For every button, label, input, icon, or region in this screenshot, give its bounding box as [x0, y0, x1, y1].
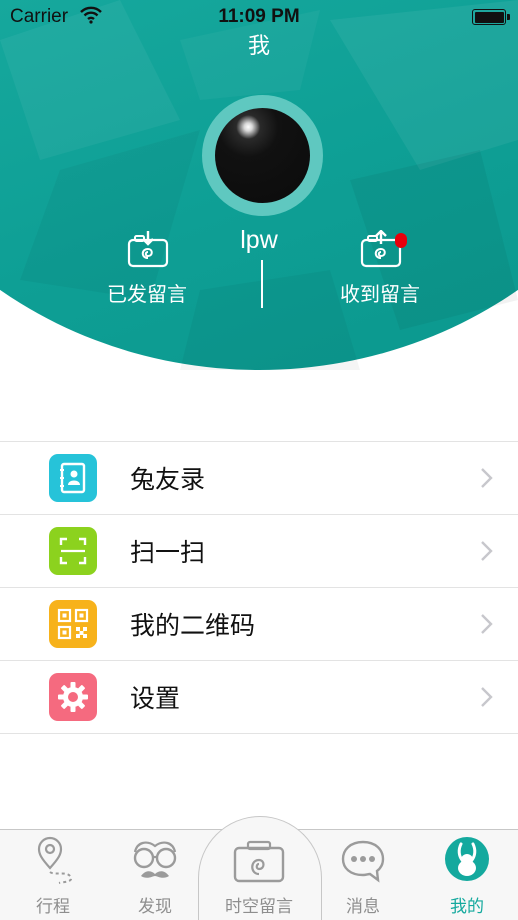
menu-item-scan[interactable]: 扫一扫: [0, 515, 518, 588]
battery-icon: [472, 9, 510, 25]
tab-label-messages: 消息: [346, 897, 380, 916]
chevron-right-icon: [481, 687, 493, 707]
gear-icon: [49, 673, 97, 721]
menu-item-qr-code[interactable]: 我的二维码: [0, 588, 518, 661]
sent-messages-label: 已发留言: [107, 284, 187, 306]
header-divider: [261, 260, 263, 308]
rabbit-icon: [445, 837, 489, 881]
scan-icon: [49, 527, 97, 575]
sent-messages-button[interactable]: 已发留言: [72, 230, 222, 310]
tab-mine[interactable]: 我的: [422, 830, 512, 920]
qr-code-icon: [49, 600, 97, 648]
tab-label-mine: 我的: [450, 897, 484, 916]
sent-message-icon: [127, 231, 169, 268]
tab-label-itinerary: 行程: [36, 897, 70, 916]
received-messages-button[interactable]: 收到留言: [305, 230, 455, 310]
camera-swirl-icon: [233, 840, 285, 883]
tab-timespace-message[interactable]: 时空留言: [214, 830, 304, 920]
chevron-right-icon: [481, 614, 493, 634]
tab-label-timespace-message: 时空留言: [225, 897, 293, 916]
glasses-mustache-icon: [133, 841, 177, 878]
menu-label-settings: 设置: [130, 685, 181, 713]
clock: 11:09 PM: [218, 6, 300, 27]
menu-item-settings[interactable]: 设置: [0, 661, 518, 734]
unread-badge: [395, 233, 407, 248]
menu-item-contacts[interactable]: 兔友录: [0, 442, 518, 515]
chevron-right-icon: [481, 541, 493, 561]
page-title: 我: [247, 33, 270, 58]
settings-menu: 兔友录 扫一扫 我的二维码 设置: [0, 441, 518, 734]
map-pin-route-icon: [37, 836, 73, 884]
profile-header: Carrier 11:09 PM 我 lpw 已发留言 收到留言: [0, 0, 518, 370]
menu-label-contacts: 兔友录: [130, 466, 206, 494]
received-messages-label: 收到留言: [340, 284, 420, 306]
contacts-book-icon: [49, 454, 97, 502]
tab-bar: 行程 发现 时空留言 消息 我的: [0, 816, 518, 920]
chevron-right-icon: [481, 468, 493, 488]
tab-itinerary[interactable]: 行程: [8, 830, 98, 920]
tab-messages[interactable]: 消息: [318, 830, 408, 920]
avatar[interactable]: [215, 108, 310, 203]
tab-discover[interactable]: 发现: [110, 830, 200, 920]
chat-bubble-icon: [341, 840, 385, 883]
tab-label-discover: 发现: [138, 897, 172, 916]
menu-label-scan: 扫一扫: [130, 539, 206, 567]
menu-label-qr-code: 我的二维码: [130, 612, 256, 640]
